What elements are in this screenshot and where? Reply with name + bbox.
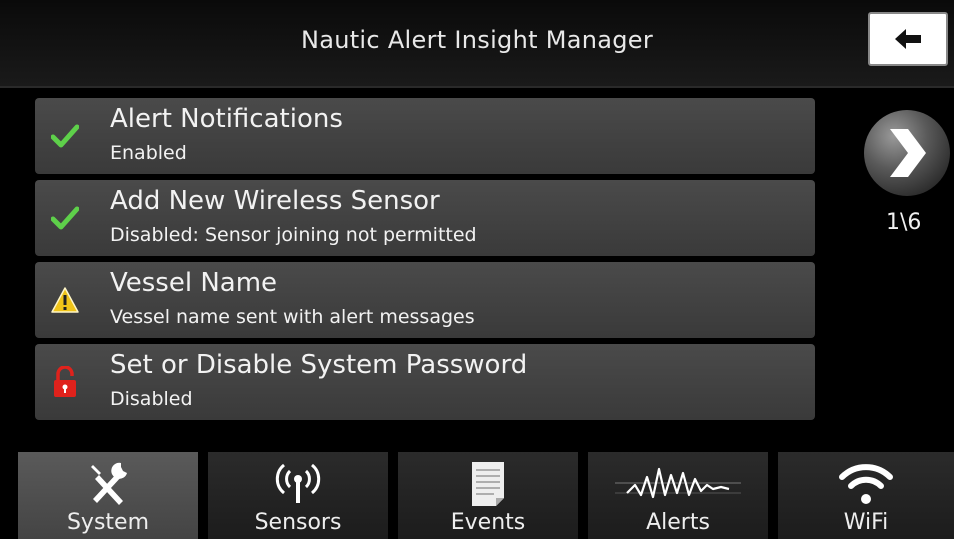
list-item-vessel-name[interactable]: Vessel Name Vessel name sent with alert … xyxy=(35,262,815,338)
chevron-right-icon xyxy=(890,129,926,177)
warning-icon xyxy=(49,284,81,316)
tab-label: System xyxy=(66,510,150,535)
list-item-label: Add New Wireless Sensor xyxy=(110,186,440,216)
tab-events[interactable]: Events xyxy=(398,452,578,539)
list-item-system-password[interactable]: Set or Disable System Password Disabled xyxy=(35,344,815,420)
arrow-left-icon xyxy=(895,29,921,49)
tools-icon xyxy=(18,456,198,510)
unlocked-padlock-icon xyxy=(49,366,81,398)
tab-label: Alerts xyxy=(646,510,710,535)
bottom-tab-bar: System Sensors Events Alerts WiFi xyxy=(0,452,954,539)
checkmark-icon xyxy=(49,202,81,234)
page-indicator: 1\6 xyxy=(886,210,922,235)
settings-list: Alert Notifications Enabled Add New Wire… xyxy=(35,98,815,426)
checkmark-icon xyxy=(49,120,81,152)
list-item-label: Vessel Name xyxy=(110,268,278,298)
document-icon xyxy=(398,456,578,510)
wireless-sensor-icon xyxy=(208,456,388,510)
wifi-icon xyxy=(778,456,954,510)
page-title: Nautic Alert Insight Manager xyxy=(300,26,654,54)
list-item-status: Vessel name sent with alert messages xyxy=(110,306,475,328)
tab-alerts[interactable]: Alerts xyxy=(588,452,768,539)
back-button[interactable] xyxy=(868,12,948,66)
tab-wifi[interactable]: WiFi xyxy=(778,452,954,539)
tab-label: WiFi xyxy=(843,510,889,535)
tab-system[interactable]: System xyxy=(18,452,198,539)
tab-sensors[interactable]: Sensors xyxy=(208,452,388,539)
list-item-status: Disabled xyxy=(110,388,193,410)
list-item-status: Disabled: Sensor joining not permitted xyxy=(110,224,477,246)
list-item-add-wireless-sensor[interactable]: Add New Wireless Sensor Disabled: Sensor… xyxy=(35,180,815,256)
list-item-label: Alert Notifications xyxy=(110,104,343,134)
list-item-label: Set or Disable System Password xyxy=(110,350,528,380)
tab-label: Sensors xyxy=(254,510,342,535)
header-bar: Nautic Alert Insight Manager xyxy=(0,0,954,88)
tab-label: Events xyxy=(450,510,526,535)
list-item-status: Enabled xyxy=(110,142,187,164)
list-item-alert-notifications[interactable]: Alert Notifications Enabled xyxy=(35,98,815,174)
waveform-icon xyxy=(588,456,768,510)
next-page-button[interactable] xyxy=(864,110,950,196)
